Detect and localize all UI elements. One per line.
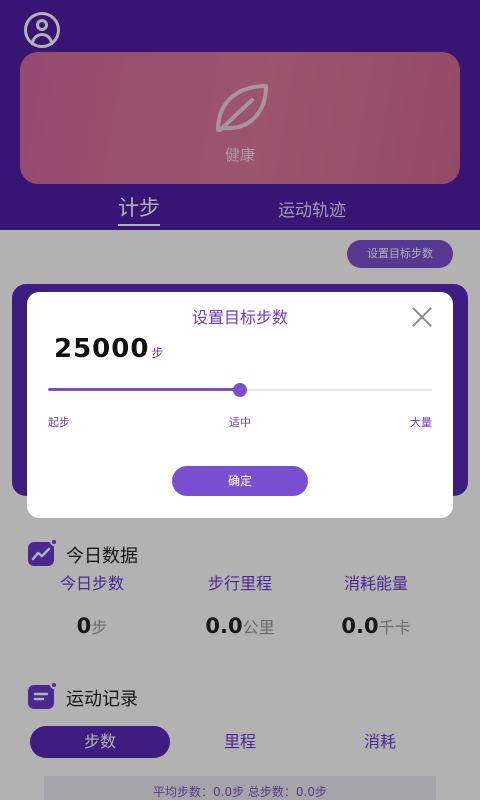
- close-icon[interactable]: [411, 306, 433, 328]
- dialog-title: 设置目标步数: [191, 308, 288, 327]
- slider-marks: 起步 适中 大量: [48, 414, 432, 430]
- goal-slider[interactable]: [48, 382, 432, 398]
- slider-thumb[interactable]: [233, 383, 247, 397]
- goal-number: 25000: [54, 334, 150, 364]
- set-goal-dialog: 设置目标步数 25000 步 起步 适中 大量 确定: [27, 292, 453, 518]
- slider-fill: [48, 388, 240, 391]
- goal-value: 25000 步: [54, 334, 163, 364]
- mark-high: 大量: [410, 416, 432, 429]
- mark-mid: 适中: [229, 416, 251, 429]
- confirm-button[interactable]: 确定: [172, 466, 308, 496]
- goal-unit: 步: [151, 346, 164, 360]
